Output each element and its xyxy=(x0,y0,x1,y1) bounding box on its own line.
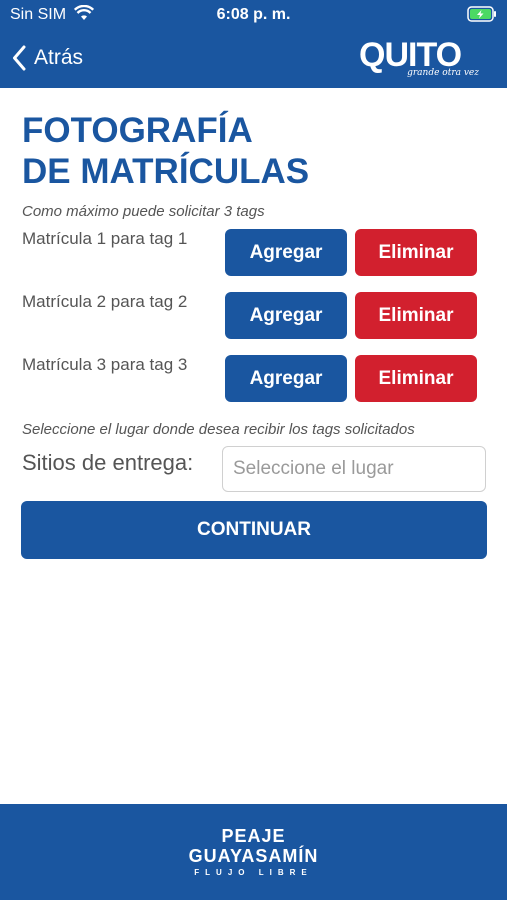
plate-row-3: Matrícula 3 para tag 3 Agregar Eliminar xyxy=(22,355,485,403)
plate-label-1: Matrícula 1 para tag 1 xyxy=(22,229,188,248)
chevron-left-icon xyxy=(13,45,26,71)
plate-row-2: Matrícula 2 para tag 2 Agregar Eliminar xyxy=(22,292,485,340)
peaje-guayasamin-logo: PEAJE GUAYASAMÍN FLUJO LIBRE xyxy=(0,826,507,877)
delivery-note: Seleccione el lugar donde desea recibir … xyxy=(22,421,415,438)
delete-plate-3-button[interactable]: Eliminar xyxy=(355,355,477,402)
footer-line-3: FLUJO LIBRE xyxy=(194,868,313,877)
page-title: FOTOGRAFÍA DE MATRÍCULAS xyxy=(22,110,309,192)
quito-logo: QUITO grande otra vez xyxy=(359,36,479,84)
plate-row-1: Matrícula 1 para tag 1 Agregar Eliminar xyxy=(22,229,485,277)
plate-label-2: Matrícula 2 para tag 2 xyxy=(22,292,188,311)
app-header: Sin SIM 6:08 p. m. Atrás QUITO grande ot… xyxy=(0,0,507,88)
logo-tagline: grande otra vez xyxy=(407,68,479,78)
status-bar: Sin SIM 6:08 p. m. xyxy=(0,0,507,30)
status-time: 6:08 p. m. xyxy=(216,6,291,23)
page-title-line-1: FOTOGRAFÍA xyxy=(22,111,253,150)
footer-line-1: PEAJE xyxy=(221,826,286,846)
page-title-line-2: DE MATRÍCULAS xyxy=(22,152,310,191)
plate-label-3: Matrícula 3 para tag 3 xyxy=(22,355,188,374)
footer-line-2: GUAYASAMÍN xyxy=(188,846,319,866)
battery-charging-icon xyxy=(467,6,496,22)
delete-plate-1-button[interactable]: Eliminar xyxy=(355,229,477,276)
continue-button[interactable]: CONTINUAR xyxy=(21,501,487,559)
back-label: Atrás xyxy=(34,46,84,69)
delivery-sites-label: Sitios de entrega: xyxy=(22,450,194,475)
delete-plate-2-button[interactable]: Eliminar xyxy=(355,292,477,339)
limit-note: Como máximo puede solicitar 3 tags xyxy=(22,203,265,220)
back-button[interactable]: Atrás xyxy=(12,40,83,76)
add-plate-2-button[interactable]: Agregar xyxy=(225,292,347,339)
add-plate-3-button[interactable]: Agregar xyxy=(225,355,347,402)
delivery-place-input[interactable] xyxy=(222,446,486,492)
add-plate-1-button[interactable]: Agregar xyxy=(225,229,347,276)
footer: PEAJE GUAYASAMÍN FLUJO LIBRE xyxy=(0,804,507,900)
